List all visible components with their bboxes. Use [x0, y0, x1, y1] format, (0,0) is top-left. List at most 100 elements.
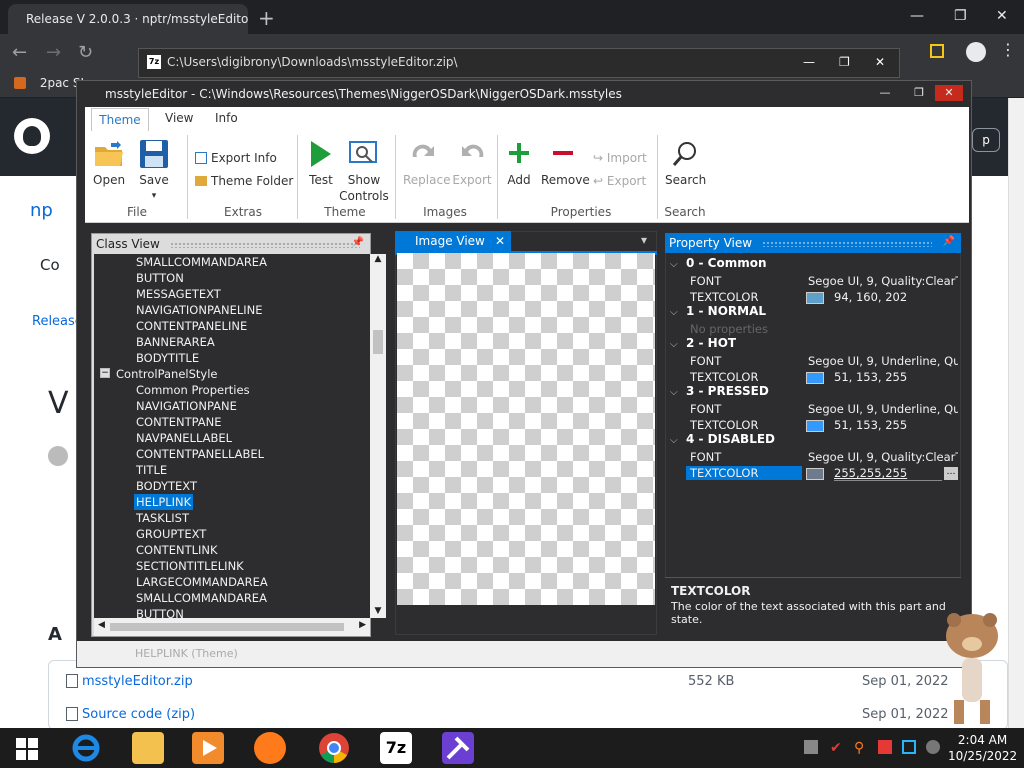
property-group[interactable]: ⌵ 1 - NORMAL [670, 304, 766, 318]
browser-close-button[interactable]: ✕ [996, 8, 1008, 24]
flag-tray-icon[interactable] [878, 740, 892, 754]
property-row[interactable]: FONT Segoe UI, 9, Underline, Quality:C [666, 354, 960, 370]
github-logo-icon[interactable] [14, 118, 50, 154]
tray-icon[interactable] [804, 740, 818, 754]
tab-info[interactable]: Info [215, 111, 238, 125]
property-group[interactable]: ⌵ 3 - PRESSED [670, 384, 769, 398]
tree-item[interactable]: CONTENTPANE [134, 414, 224, 430]
tree-item[interactable]: BANNERAREA [134, 334, 217, 350]
color-swatch[interactable] [806, 372, 824, 384]
tree-item[interactable]: NAVIGATIONPANE [134, 398, 239, 414]
profile-avatar-icon[interactable] [966, 42, 986, 62]
search-tray-icon[interactable]: ⚲ [854, 740, 864, 756]
color-swatch[interactable] [806, 292, 824, 304]
scroll-right-icon[interactable]: ▶ [359, 620, 366, 630]
property-group[interactable]: ⌵ 2 - HOT [670, 336, 736, 350]
extension-icon[interactable] [930, 44, 944, 58]
back-arrow-icon[interactable]: ← [12, 42, 27, 63]
color-swatch[interactable] [806, 420, 824, 432]
search-button[interactable]: Search [665, 139, 706, 188]
tab-dropdown-icon[interactable]: ▾ [641, 233, 647, 247]
tree-item[interactable]: NAVPANELLABEL [134, 430, 234, 446]
scroll-down-icon[interactable]: ▼ [370, 606, 386, 616]
class-tree[interactable]: SMALLCOMMANDAREA BUTTON MESSAGETEXT NAVIGAT… [94, 254, 370, 618]
tree-expander-icon[interactable]: − [100, 368, 110, 378]
tab-theme[interactable]: Theme [91, 108, 149, 132]
tree-item[interactable]: TITLE [134, 462, 169, 478]
maximize-button[interactable]: ❐ [905, 85, 933, 101]
scroll-left-icon[interactable]: ◀ [98, 620, 105, 630]
7zip-maximize-button[interactable]: ❐ [839, 55, 850, 69]
tree-item[interactable]: CONTENTPANELLABEL [134, 446, 266, 462]
media-player-icon[interactable] [192, 732, 224, 764]
replace-button[interactable]: Replace [403, 139, 450, 188]
export-info-button[interactable]: Export Info [195, 151, 277, 165]
tree-item[interactable]: BUTTON [134, 606, 186, 618]
7zip-taskbar-icon[interactable]: 7z [380, 732, 412, 764]
collapse-chevron-icon[interactable]: ⌵ [670, 259, 686, 270]
tree-item[interactable]: SMALLCOMMANDAREA [134, 590, 269, 606]
scroll-thumb[interactable] [110, 623, 344, 631]
collapse-chevron-icon[interactable]: ⌵ [670, 307, 686, 318]
tree-item[interactable]: SECTIONTITLELINK [134, 558, 246, 574]
property-group[interactable]: ⌵ 0 - Common [670, 256, 767, 270]
tree-item[interactable]: HELPLINK [134, 494, 194, 510]
collapse-chevron-icon[interactable]: ⌵ [670, 339, 686, 350]
save-button[interactable]: Save ▾ [139, 139, 169, 204]
taskbar-clock[interactable]: 2:04 AM 10/25/2022 [948, 732, 1017, 764]
internet-explorer-icon[interactable] [70, 732, 102, 764]
tree-item[interactable]: SMALLCOMMANDAREA [134, 254, 269, 270]
tab-view[interactable]: View [165, 111, 193, 125]
7zip-minimize-button[interactable]: — [803, 55, 815, 69]
property-group[interactable]: ⌵ 4 - DISABLED [670, 432, 775, 446]
collapse-chevron-icon[interactable]: ⌵ [670, 387, 686, 398]
tree-item[interactable]: NAVIGATIONPANELINE [134, 302, 265, 318]
7zip-close-button[interactable]: ✕ [875, 55, 885, 69]
7zip-window[interactable]: 7z C:\Users\digibrony\Downloads\msstyleE… [138, 48, 900, 78]
asset-link[interactable]: Source code (zip) [82, 707, 195, 722]
tree-item[interactable]: Common Properties [134, 382, 252, 398]
windows-start-icon[interactable] [16, 738, 38, 763]
tree-item[interactable]: LARGECOMMANDAREA [134, 574, 270, 590]
color-swatch[interactable] [806, 468, 824, 480]
export-image-button[interactable]: Export [451, 139, 493, 188]
new-tab-button[interactable]: + [258, 6, 275, 30]
reload-icon[interactable]: ↻ [78, 42, 93, 63]
code-tab[interactable]: Co [40, 256, 60, 274]
github-header-button[interactable]: p [972, 128, 1000, 152]
color-picker-button[interactable]: … [944, 467, 958, 480]
forward-arrow-icon[interactable]: → [46, 42, 61, 63]
browser-restore-button[interactable]: ❐ [954, 8, 967, 24]
chrome-icon[interactable] [318, 732, 350, 764]
tree-item[interactable]: TASKLIST [134, 510, 191, 526]
tree-item[interactable]: GROUPTEXT [134, 526, 208, 542]
show-controls-button[interactable]: Show Controls [339, 139, 389, 204]
browser-tab[interactable]: Release V 2.0.0.3 · nptr/msstyleEditor ✕ [8, 4, 248, 34]
uc-browser-icon[interactable] [254, 732, 286, 764]
close-tab-icon[interactable]: ✕ [495, 234, 505, 248]
page-scrollbar[interactable] [1008, 98, 1024, 728]
tree-item[interactable]: BUTTON [134, 270, 186, 286]
antivirus-tray-icon[interactable]: ✔ [830, 740, 842, 756]
volume-tray-icon[interactable] [926, 740, 940, 754]
add-property-button[interactable]: Add [505, 139, 533, 188]
file-explorer-icon[interactable] [132, 732, 164, 764]
browser-minimize-button[interactable]: — [910, 8, 924, 24]
scroll-thumb[interactable] [373, 330, 383, 354]
property-row[interactable]: FONT Segoe UI, 9, Quality:ClearType [666, 450, 960, 466]
property-value[interactable]: 255,255,255 [834, 466, 942, 481]
repo-name[interactable]: np [30, 200, 53, 221]
open-button[interactable]: Open [93, 139, 125, 188]
class-tree-horizontal-scrollbar[interactable]: ◀ ▶ [94, 618, 370, 636]
network-tray-icon[interactable] [902, 740, 916, 754]
msstyleeditor-taskbar-icon[interactable] [442, 732, 474, 764]
tree-class-node[interactable]: ControlPanelStyle [114, 366, 219, 382]
pin-icon[interactable]: 📌 [352, 237, 364, 248]
property-row[interactable]: FONT Segoe UI, 9, Underline, Quality:C [666, 402, 960, 418]
browser-menu-icon[interactable]: ⋮ [1000, 40, 1016, 59]
property-row[interactable]: FONT Segoe UI, 9, Quality:ClearType [666, 274, 960, 290]
test-button[interactable]: Test [305, 139, 337, 188]
tree-item[interactable]: CONTENTLINK [134, 542, 220, 558]
assets-heading[interactable]: A [48, 624, 62, 645]
author-avatar[interactable] [48, 446, 68, 466]
